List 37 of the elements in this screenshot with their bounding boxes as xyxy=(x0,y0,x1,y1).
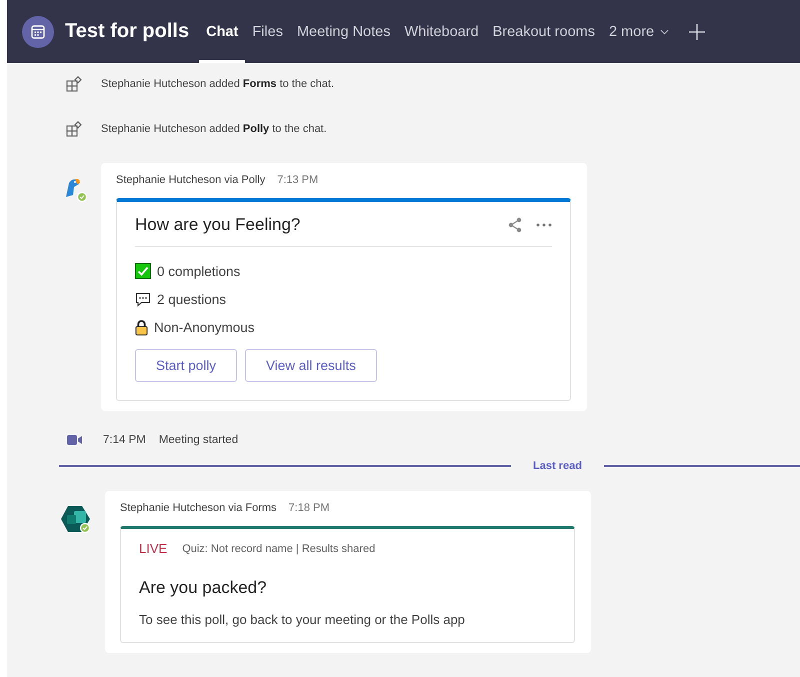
quiz-details: Quiz: Not record name | Results shared xyxy=(182,542,376,554)
event-time: 7:14 PM xyxy=(103,434,146,446)
poll-stat: Non-Anonymous xyxy=(154,320,255,334)
quiz-description: To see this poll, go back to your meeting or the Polls app xyxy=(139,612,466,627)
message-time: 7:18 PM xyxy=(288,502,330,514)
tab[interactable]: Whiteboard xyxy=(397,0,486,63)
card-button[interactable]: Start polly xyxy=(135,349,238,382)
message-time: 7:13 PM xyxy=(277,174,318,186)
last-read-label: Last read xyxy=(532,460,583,472)
share-icon[interactable] xyxy=(507,217,523,233)
more-options-icon[interactable] xyxy=(536,223,552,227)
tab[interactable]: Meeting Notes xyxy=(290,0,398,63)
system-message: Stephanie Hutcheson added Forms to the chat. xyxy=(101,78,334,90)
chevron-down-icon xyxy=(660,28,670,34)
event-text: Meeting started xyxy=(158,434,238,446)
video-camera-icon xyxy=(67,434,83,446)
poll-stat: 0 completions xyxy=(157,264,240,278)
quiz-title: Are you packed? xyxy=(139,578,268,598)
checkmark-icon xyxy=(135,263,151,279)
calendar-icon xyxy=(22,16,54,48)
card-button[interactable]: View all results xyxy=(245,349,377,382)
sender-name: Stephanie Hutcheson via Polly xyxy=(116,174,266,186)
lock-icon xyxy=(135,318,148,336)
poll-stat: 2 questions xyxy=(157,292,226,306)
live-label: LIVE xyxy=(139,541,168,556)
add-tab-icon[interactable] xyxy=(688,22,706,40)
apps-icon xyxy=(66,76,82,92)
poll-title: How are you Feeling? xyxy=(135,215,302,235)
more-tabs-button[interactable]: 2 more xyxy=(602,0,676,63)
speech-bubble-icon xyxy=(135,291,151,307)
sender-name: Stephanie Hutcheson via Forms xyxy=(120,502,277,514)
chat-title: Test for polls xyxy=(65,20,190,43)
forms-avatar-icon xyxy=(60,503,92,535)
tab[interactable]: Files xyxy=(245,0,290,63)
apps-icon xyxy=(66,121,82,137)
tab[interactable]: Breakout rooms xyxy=(486,0,602,63)
system-message: Stephanie Hutcheson added Polly to the chat. xyxy=(101,123,327,135)
